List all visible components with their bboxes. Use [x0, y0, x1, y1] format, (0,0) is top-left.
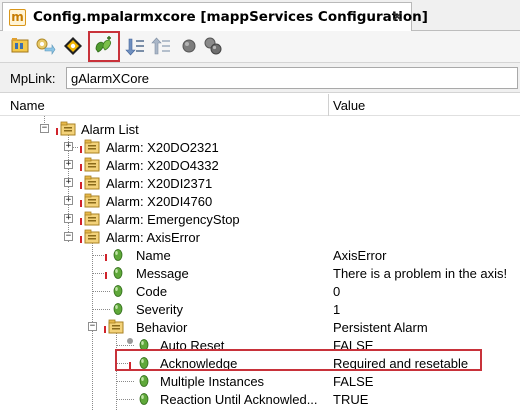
column-name-header[interactable]: Name — [10, 98, 45, 113]
mplink-row: MpLink: — [0, 63, 520, 93]
alarm-folder-icon — [84, 211, 100, 226]
collapse-toggle[interactable]: − — [64, 232, 73, 241]
property-value[interactable]: 0 — [333, 284, 340, 299]
expand-toggle[interactable]: + — [64, 142, 73, 151]
behavior-folder-icon — [108, 319, 124, 334]
tab-title: Config.mpalarmxcore [mappServices Config… — [33, 9, 428, 25]
property-value[interactable]: FALSE — [333, 374, 373, 389]
tree-line — [92, 273, 106, 274]
property-name: Name — [136, 248, 171, 263]
tree-line — [92, 255, 106, 256]
node-label: Alarm: X20DO2321 — [106, 140, 219, 155]
tree-property-row[interactable]: Severity 1 — [0, 300, 520, 318]
navigate-icon[interactable] — [62, 35, 84, 57]
tree-node-alarm[interactable]: + Alarm: EmergencyStop — [0, 210, 520, 228]
required-marker — [80, 164, 82, 171]
node-label: Alarm: AxisError — [106, 230, 200, 245]
tree-node-alarm[interactable]: + Alarm: X20DI4760 — [0, 192, 520, 210]
required-marker — [80, 218, 82, 225]
alarm-folder-icon — [84, 157, 100, 172]
expand-toggle[interactable]: + — [64, 196, 73, 205]
property-leaf-icon — [139, 375, 149, 387]
toolbar-highlight-frame — [88, 31, 120, 62]
tab-strip: m Config.mpalarmxcore [mappServices Conf… — [0, 0, 520, 31]
property-leaf-icon — [139, 393, 149, 405]
property-name: Message — [136, 266, 189, 281]
property-leaf-icon — [113, 285, 123, 297]
tree-node-alarm[interactable]: + Alarm: X20DI2371 — [0, 174, 520, 192]
required-marker — [105, 254, 107, 261]
column-divider[interactable] — [328, 94, 329, 116]
required-marker — [80, 146, 82, 153]
property-value[interactable]: AxisError — [333, 248, 386, 263]
tree-property-row[interactable]: Message There is a problem in the axis! — [0, 264, 520, 282]
node-label: Behavior — [136, 320, 188, 335]
lock-icon — [127, 338, 133, 344]
property-leaf-icon — [113, 249, 123, 261]
tree-node-alarm[interactable]: + Alarm: X20DO4332 — [0, 156, 520, 174]
alarm-folder-icon — [84, 193, 100, 208]
node-label: Alarm: X20DO4332 — [106, 158, 219, 173]
tree-line — [116, 381, 134, 382]
property-name: Code — [136, 284, 168, 299]
acknowledge-highlight-frame — [115, 349, 482, 371]
tree-header: Name Value — [0, 94, 520, 116]
expand-toggle[interactable]: + — [64, 178, 73, 187]
tab-config-mpalarmxcore[interactable]: m Config.mpalarmxcore [mappServices Conf… — [2, 2, 428, 31]
expand-toggle[interactable]: + — [64, 214, 73, 223]
settings-arrow-icon[interactable] — [34, 35, 56, 57]
tree-line — [116, 345, 134, 346]
gray-circles-icon[interactable] — [202, 35, 224, 57]
required-marker — [80, 182, 82, 189]
tree-node-alarm-axiserror[interactable]: − Alarm: AxisError — [0, 228, 520, 246]
node-label: Alarm: X20DI2371 — [106, 176, 213, 191]
tree-line — [116, 399, 134, 400]
tree-node-behavior[interactable]: − Behavior Persistent Alarm — [0, 318, 520, 336]
tree-line — [92, 291, 110, 292]
mplink-input[interactable] — [66, 67, 518, 89]
alarm-folder-icon — [84, 175, 100, 190]
property-value[interactable]: Persistent Alarm — [333, 320, 428, 335]
tree-line — [92, 309, 110, 310]
mplink-label: MpLink: — [10, 71, 56, 86]
required-marker — [104, 326, 106, 333]
collapse-toggle[interactable]: − — [40, 124, 49, 133]
collapse-toggle[interactable]: − — [88, 322, 97, 331]
tree-property-row[interactable]: Multiple Instances FALSE — [0, 372, 520, 390]
tree-property-row[interactable]: Reaction Until Acknowled... TRUE — [0, 390, 520, 408]
property-leaf-icon — [113, 303, 123, 315]
property-name: Severity — [136, 302, 183, 317]
required-marker — [80, 200, 82, 207]
move-up-icon[interactable] — [150, 35, 172, 57]
property-leaf-icon — [113, 267, 123, 279]
node-label: Alarm List — [81, 122, 139, 137]
gray-circle-icon[interactable] — [178, 35, 200, 57]
property-value[interactable]: There is a problem in the axis! — [333, 266, 507, 281]
node-label: Alarm: X20DI4760 — [106, 194, 213, 209]
required-marker — [56, 128, 58, 135]
property-value[interactable]: TRUE — [333, 392, 368, 407]
document-m-icon: m — [9, 9, 26, 26]
expand-toggle[interactable]: + — [64, 160, 73, 169]
alarm-folder-icon — [84, 139, 100, 154]
close-icon[interactable]: ✕ — [391, 8, 404, 26]
property-value[interactable]: 1 — [333, 302, 340, 317]
tree-node-alarm[interactable]: + Alarm: X20DO2321 — [0, 138, 520, 156]
toolbar — [0, 31, 520, 63]
column-value-header[interactable]: Value — [333, 98, 365, 113]
move-down-icon[interactable] — [124, 35, 146, 57]
list-folder-icon — [60, 121, 76, 136]
required-marker — [105, 272, 107, 279]
module-icon[interactable] — [10, 35, 32, 57]
alarm-folder-icon — [84, 229, 100, 244]
property-name: Multiple Instances — [160, 374, 265, 389]
required-marker — [80, 236, 82, 243]
tree-property-row[interactable]: Code 0 — [0, 282, 520, 300]
node-label: Alarm: EmergencyStop — [106, 212, 240, 227]
tree-property-row[interactable]: Name AxisError — [0, 246, 520, 264]
property-name: Reaction Until Acknowled... — [160, 392, 318, 407]
tree-node-alarm-list[interactable]: − Alarm List — [0, 120, 520, 138]
